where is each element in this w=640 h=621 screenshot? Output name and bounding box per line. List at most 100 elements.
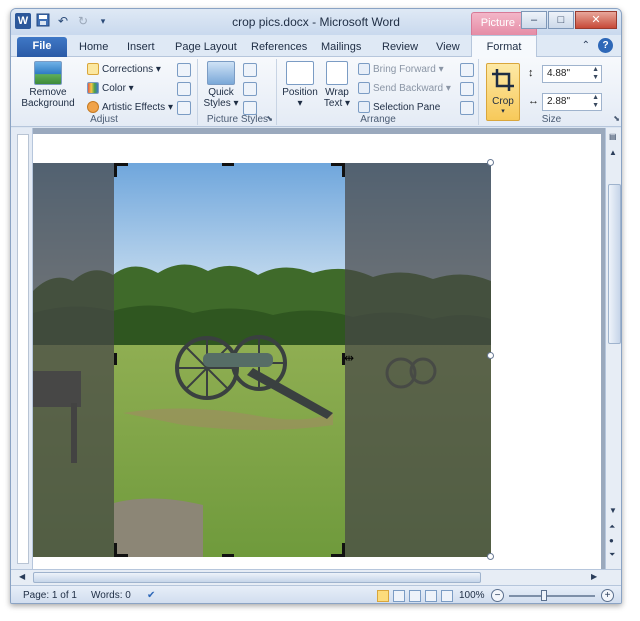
- tab-review[interactable]: Review: [382, 38, 418, 57]
- picture[interactable]: ⇹: [33, 163, 491, 557]
- group-adjust: Remove Background Corrections ▾ Color ▾ …: [11, 59, 198, 125]
- resize-handle-bottom-right[interactable]: [487, 553, 494, 560]
- resize-cursor-icon: ⇹: [344, 351, 355, 365]
- shape-width-input[interactable]: 2.88" ▲ ▼: [542, 93, 602, 111]
- vertical-scroll-thumb[interactable]: [608, 184, 621, 344]
- width-spin-arrows[interactable]: ▲ ▼: [592, 94, 599, 110]
- crop-handle-bottom[interactable]: [222, 554, 234, 557]
- remove-background-icon: [34, 61, 62, 85]
- shape-height-icon: ↕: [528, 67, 534, 79]
- word-window: W ↶ ↻ ▾ crop pics.docx - Microsoft Word …: [10, 8, 622, 604]
- change-picture-icon[interactable]: [177, 82, 191, 96]
- zoom-in-button[interactable]: +: [601, 589, 614, 602]
- corrections-button[interactable]: Corrections ▾: [87, 61, 161, 78]
- crop-icon: [492, 69, 514, 91]
- rotate-icon[interactable]: [460, 101, 474, 115]
- selection-pane-icon: [358, 101, 370, 114]
- horizontal-scroll-thumb[interactable]: [33, 572, 481, 583]
- tab-references[interactable]: References: [251, 38, 307, 57]
- position-icon: [286, 61, 314, 85]
- cropped-region-right: [345, 163, 491, 557]
- wrap-text-button[interactable]: Wrap Text ▾: [322, 61, 352, 109]
- bring-forward-button[interactable]: Bring Forward ▾: [358, 61, 444, 78]
- remove-background-button[interactable]: Remove Background: [17, 61, 79, 109]
- picture-effects-icon[interactable]: [243, 82, 257, 96]
- window-controls: – □ ✕: [521, 11, 617, 29]
- horizontal-scrollbar[interactable]: ◀ ▶: [11, 569, 621, 585]
- outline-icon[interactable]: [425, 590, 437, 602]
- page-count[interactable]: Page: 1 of 1: [23, 590, 77, 601]
- picture-styles-launcher-icon[interactable]: ⬊: [266, 114, 273, 123]
- shape-height-input[interactable]: 4.88" ▲ ▼: [542, 65, 602, 83]
- scroll-left-icon[interactable]: ◀: [19, 572, 25, 581]
- tab-home[interactable]: Home: [79, 38, 108, 57]
- height-spin-arrows[interactable]: ▲ ▼: [592, 66, 599, 82]
- word-count[interactable]: Words: 0: [91, 590, 131, 601]
- help-icon[interactable]: ?: [598, 38, 613, 53]
- group-picture-styles: Quick Styles ▾ Picture Styles ⬊: [199, 59, 277, 125]
- color-button[interactable]: Color ▾: [87, 80, 134, 97]
- resize-handle-right[interactable]: [487, 352, 494, 359]
- zoom-out-button[interactable]: −: [491, 589, 504, 602]
- crop-handle-bottom-left-v[interactable]: [114, 543, 117, 557]
- crop-handle-top[interactable]: [222, 163, 234, 166]
- scroll-down-icon[interactable]: ▼: [609, 506, 617, 515]
- shape-width-icon: ↔: [528, 95, 539, 107]
- zoom-slider-knob[interactable]: [541, 590, 547, 601]
- picture-border-icon[interactable]: [243, 63, 257, 77]
- color-icon: [87, 82, 99, 95]
- document-area: ⇹ ▤ ▲ ▼ ⏶ ● ⏷: [11, 128, 621, 569]
- tab-format[interactable]: Format: [471, 35, 537, 58]
- crop-handle-top-right-v[interactable]: [342, 163, 345, 177]
- tab-mailings[interactable]: Mailings: [321, 38, 361, 57]
- vertical-ruler[interactable]: [17, 134, 29, 564]
- select-browse-object-icon[interactable]: ●: [609, 536, 614, 545]
- title-bar: W ↶ ↻ ▾ crop pics.docx - Microsoft Word …: [11, 9, 621, 35]
- corrections-icon: [87, 63, 99, 76]
- tab-view[interactable]: View: [436, 38, 460, 57]
- size-launcher-icon[interactable]: ⬊: [613, 114, 620, 123]
- group-label-arrange: Arrange: [360, 114, 396, 125]
- zoom-level[interactable]: 100%: [459, 590, 485, 601]
- close-button[interactable]: ✕: [575, 11, 617, 29]
- group-objects-icon[interactable]: [460, 82, 474, 96]
- align-icon[interactable]: [460, 63, 474, 77]
- zoom-slider[interactable]: [509, 595, 595, 597]
- tab-page-layout[interactable]: Page Layout: [175, 38, 237, 57]
- tab-file[interactable]: File: [17, 37, 67, 57]
- full-screen-reading-icon[interactable]: [393, 590, 405, 602]
- compress-pictures-icon[interactable]: [177, 63, 191, 77]
- resize-handle-top-right[interactable]: [487, 159, 494, 166]
- ruler-toggle-icon[interactable]: ▤: [609, 132, 617, 141]
- draft-icon[interactable]: [441, 590, 453, 602]
- minimize-ribbon-icon[interactable]: ⌃: [582, 40, 590, 51]
- crop-handle-bottom-right-v[interactable]: [342, 543, 345, 557]
- group-label-picture-styles: Picture Styles: [206, 114, 269, 125]
- document-page[interactable]: ⇹: [33, 134, 601, 569]
- position-button[interactable]: Position ▾: [282, 61, 318, 109]
- crop-handle-left[interactable]: [114, 353, 117, 365]
- send-backward-button[interactable]: Send Backward ▾: [358, 80, 451, 97]
- quick-styles-icon: [207, 61, 235, 85]
- crop-handle-top-left-v[interactable]: [114, 163, 117, 177]
- scroll-up-icon[interactable]: ▲: [609, 148, 617, 157]
- artistic-effects-icon: [87, 101, 99, 114]
- send-backward-icon: [358, 82, 370, 95]
- group-label-adjust: Adjust: [90, 114, 118, 125]
- ribbon: Remove Background Corrections ▾ Color ▾ …: [11, 57, 621, 127]
- maximize-button[interactable]: □: [548, 11, 574, 29]
- web-layout-icon[interactable]: [409, 590, 421, 602]
- crop-button[interactable]: Crop ▾: [486, 63, 520, 121]
- tab-insert[interactable]: Insert: [127, 38, 155, 57]
- next-page-icon[interactable]: ⏷: [609, 550, 615, 560]
- proofing-icon[interactable]: ✔: [147, 590, 155, 601]
- previous-page-icon[interactable]: ⏶: [609, 522, 615, 532]
- minimize-button[interactable]: –: [521, 11, 547, 29]
- quick-styles-button[interactable]: Quick Styles ▾: [203, 61, 239, 109]
- scroll-right-icon[interactable]: ▶: [591, 572, 597, 581]
- ruler-gutter: [11, 128, 33, 569]
- print-layout-icon[interactable]: [377, 590, 389, 602]
- reset-picture-icon[interactable]: [177, 101, 191, 115]
- vertical-scrollbar[interactable]: ▤ ▲ ▼ ⏶ ● ⏷: [605, 128, 621, 569]
- picture-layout-icon[interactable]: [243, 101, 257, 115]
